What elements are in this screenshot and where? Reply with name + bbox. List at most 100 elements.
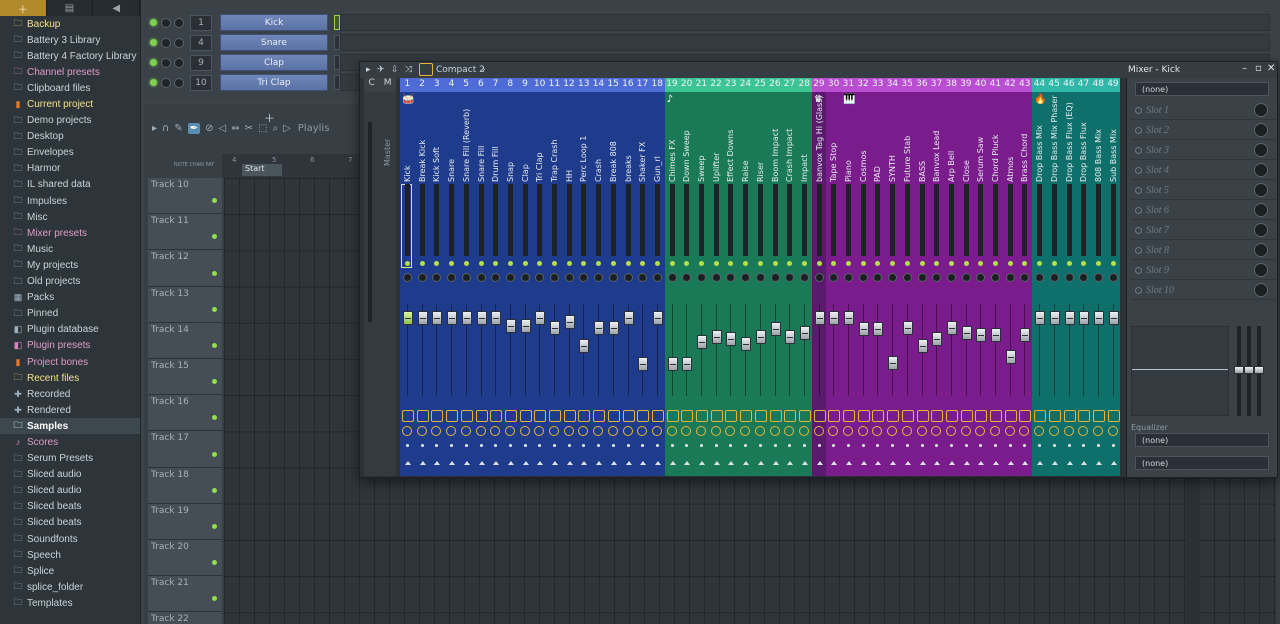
insert-name[interactable]: banvox Tag Hi (Glass) bbox=[815, 92, 824, 182]
insert-route-button[interactable] bbox=[813, 410, 826, 422]
slot-arrow-icon[interactable] bbox=[1135, 146, 1142, 154]
send-arrow-icon[interactable] bbox=[699, 461, 705, 465]
insert-record-dot[interactable] bbox=[538, 444, 542, 447]
browser-item[interactable]: 🗀 splice_folder bbox=[0, 579, 140, 595]
start-marker[interactable]: Start bbox=[242, 164, 282, 176]
insert-pan-knob[interactable] bbox=[697, 273, 706, 282]
insert-link-button[interactable] bbox=[607, 426, 618, 436]
track-header[interactable]: Track 14 bbox=[148, 322, 222, 359]
channel-mixer-track[interactable]: 9 bbox=[190, 54, 212, 71]
send-arrow-icon[interactable] bbox=[1022, 461, 1029, 465]
insert-link-button[interactable] bbox=[666, 426, 677, 436]
insert-enable-led[interactable] bbox=[478, 261, 484, 266]
insert-volume-fader[interactable] bbox=[638, 357, 649, 372]
insert-pan-knob[interactable] bbox=[888, 273, 898, 282]
insert-route-button[interactable] bbox=[607, 410, 620, 422]
insert-route-button[interactable] bbox=[563, 410, 576, 422]
insert-pan-knob[interactable] bbox=[799, 273, 809, 282]
insert-link-button[interactable] bbox=[504, 426, 515, 436]
slot-mix-knob[interactable] bbox=[1254, 163, 1268, 177]
browser-item[interactable]: 🗀 Sliced beats bbox=[0, 515, 140, 531]
insert-pan-knob[interactable] bbox=[652, 273, 662, 282]
insert-route-button[interactable] bbox=[549, 410, 561, 422]
insert-name[interactable]: Break 808 bbox=[609, 92, 618, 182]
insert-enable-led[interactable] bbox=[846, 261, 851, 266]
send-arrow-icon[interactable] bbox=[507, 461, 514, 465]
master-label-short[interactable]: M bbox=[384, 78, 392, 92]
insert-volume-fader[interactable] bbox=[520, 318, 531, 333]
insert-record-dot[interactable] bbox=[891, 444, 895, 447]
slot-mix-knob[interactable] bbox=[1254, 143, 1268, 157]
insert-record-dot[interactable] bbox=[861, 444, 865, 447]
insert-record-dot[interactable] bbox=[494, 444, 498, 447]
insert-volume-fader[interactable] bbox=[888, 355, 899, 370]
insert-route-button[interactable] bbox=[740, 410, 753, 422]
mixer-insert-strip[interactable]: Drop Bass Mix bbox=[1032, 92, 1047, 476]
insert-name[interactable]: Kick bbox=[403, 92, 412, 183]
insert-link-button[interactable] bbox=[1063, 426, 1074, 436]
insert-record-dot[interactable] bbox=[523, 444, 527, 447]
insert-route-button[interactable] bbox=[754, 410, 767, 422]
insert-link-button[interactable] bbox=[1004, 426, 1015, 436]
insert-volume-fader[interactable] bbox=[976, 327, 987, 342]
track-mute-led[interactable] bbox=[212, 451, 217, 457]
insert-name[interactable]: Shaker FX bbox=[638, 92, 647, 182]
send-arrow-icon[interactable] bbox=[552, 461, 558, 465]
insert-enable-led[interactable] bbox=[1051, 261, 1057, 266]
insert-link-button[interactable] bbox=[975, 426, 986, 436]
send-arrow-icon[interactable] bbox=[434, 461, 441, 465]
insert-pan-knob[interactable] bbox=[711, 273, 721, 282]
insert-pan-knob[interactable] bbox=[829, 273, 839, 282]
insert-route-button[interactable] bbox=[578, 410, 591, 422]
insert-record-dot[interactable] bbox=[597, 444, 601, 447]
insert-number[interactable]: 2 bbox=[415, 79, 430, 89]
send-arrow-icon[interactable] bbox=[566, 461, 573, 465]
equalizer-graph[interactable] bbox=[1131, 326, 1229, 416]
insert-name[interactable]: Serum Saw bbox=[976, 92, 985, 182]
insert-number[interactable]: 23 bbox=[723, 79, 738, 89]
insert-name[interactable]: Sub Bass Mix bbox=[1109, 92, 1118, 182]
insert-record-dot[interactable] bbox=[1111, 444, 1115, 447]
insert-link-button[interactable] bbox=[563, 426, 574, 436]
insert-pan-knob[interactable] bbox=[682, 273, 692, 282]
insert-record-dot[interactable] bbox=[406, 444, 409, 447]
insert-number[interactable]: 17 bbox=[635, 79, 650, 89]
track-header[interactable]: Track 13 bbox=[148, 286, 222, 323]
insert-pan-knob[interactable] bbox=[1035, 273, 1045, 282]
browser-item[interactable]: 🗀 Harmor bbox=[0, 161, 140, 177]
insert-pan-knob[interactable] bbox=[726, 273, 736, 282]
mixer-insert-strip[interactable]: Break Kick bbox=[415, 92, 430, 476]
insert-record-dot[interactable] bbox=[567, 444, 571, 447]
insert-name[interactable]: Break Kick bbox=[418, 92, 427, 182]
track-header[interactable]: Track 11 bbox=[148, 214, 222, 251]
insert-enable-led[interactable] bbox=[493, 261, 499, 266]
insert-number[interactable]: 5 bbox=[459, 79, 474, 89]
browser-item[interactable]: 🗀 Recent files bbox=[0, 370, 140, 386]
magnet-icon[interactable]: ∩ bbox=[162, 123, 169, 134]
insert-enable-led[interactable] bbox=[816, 261, 822, 266]
insert-link-button[interactable] bbox=[534, 426, 545, 436]
channel-mixer-track[interactable]: 4 bbox=[190, 34, 212, 51]
insert-volume-fader[interactable] bbox=[961, 326, 972, 341]
channel-row[interactable]: 10 Tri Clap bbox=[150, 73, 340, 92]
insert-route-button[interactable] bbox=[637, 410, 650, 422]
effect-slot[interactable]: Slot 1 bbox=[1131, 101, 1276, 120]
insert-pan-knob[interactable] bbox=[608, 273, 618, 282]
insert-volume-fader[interactable] bbox=[417, 311, 428, 326]
insert-link-button[interactable] bbox=[549, 426, 559, 436]
insert-enable-led[interactable] bbox=[654, 261, 660, 266]
send-arrow-icon[interactable] bbox=[405, 461, 411, 465]
track-mute-led[interactable] bbox=[212, 560, 217, 566]
insert-number[interactable]: 34 bbox=[885, 79, 900, 89]
insert-pan-knob[interactable] bbox=[917, 273, 927, 282]
send-arrow-icon[interactable] bbox=[875, 461, 882, 465]
insert-route-button[interactable] bbox=[916, 410, 929, 422]
insert-record-dot[interactable] bbox=[700, 444, 703, 447]
effect-slot[interactable]: Slot 7 bbox=[1131, 221, 1276, 240]
insert-link-button[interactable] bbox=[490, 426, 501, 436]
track-header[interactable]: Track 20 bbox=[148, 539, 222, 577]
insert-enable-led[interactable] bbox=[537, 261, 543, 266]
insert-pan-knob[interactable] bbox=[873, 273, 883, 282]
channel-name-button[interactable]: Kick bbox=[220, 14, 328, 31]
insert-volume-fader[interactable] bbox=[579, 338, 590, 353]
